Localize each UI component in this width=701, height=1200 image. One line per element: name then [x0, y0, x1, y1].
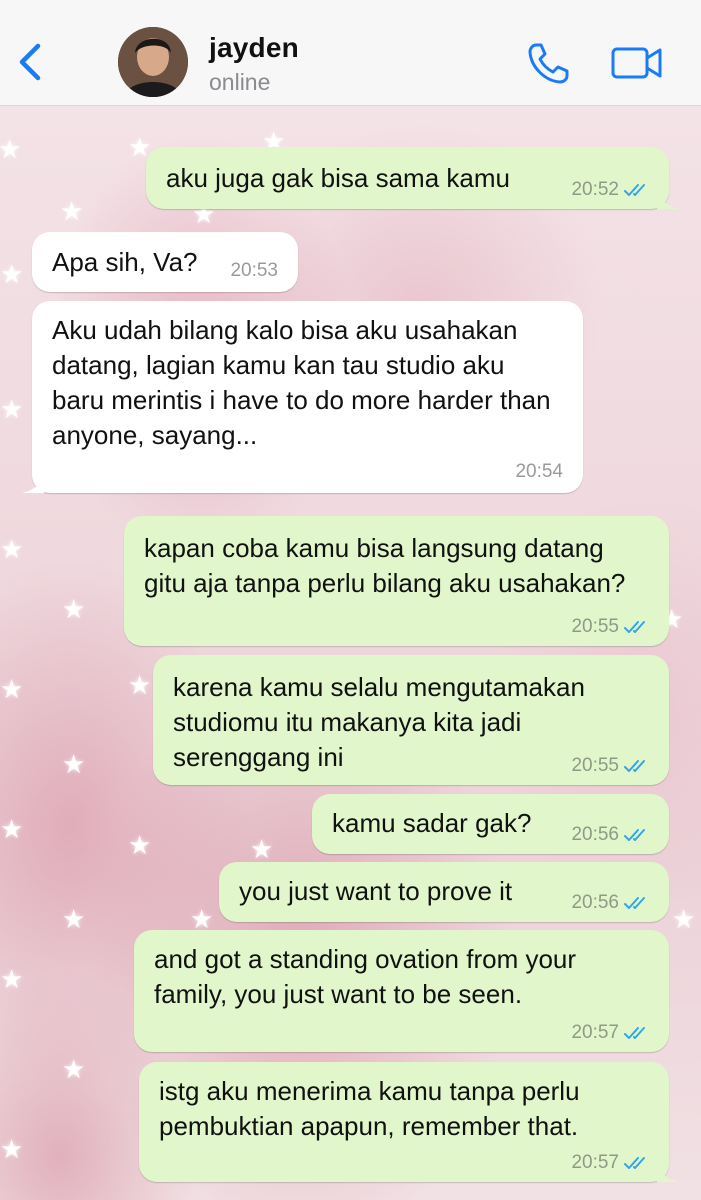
- back-button[interactable]: [14, 38, 48, 86]
- message-text: Aku udah bilang kalo bisa aku usahakan d…: [52, 315, 551, 450]
- star-icon: ★: [128, 830, 152, 860]
- phone-icon: [528, 43, 569, 84]
- message-text: and got a standing ovation from your fam…: [154, 944, 577, 1009]
- message-time: 20:56: [571, 824, 619, 845]
- star-icon: ★: [0, 964, 24, 994]
- star-icon: ★: [62, 749, 86, 779]
- message-meta: 20:54: [515, 462, 563, 482]
- message-bubble-incoming[interactable]: Aku udah bilang kalo bisa aku usahakan d…: [22, 301, 583, 493]
- star-icon: ★: [60, 196, 84, 226]
- voice-call-button[interactable]: [526, 40, 572, 86]
- double-check-icon: [624, 1157, 645, 1169]
- message-time: 20:57: [571, 1152, 619, 1173]
- double-check-icon: [624, 184, 645, 196]
- message-bubble-outgoing[interactable]: istg aku menerima kamu tanpa perlu pembu…: [139, 1062, 679, 1182]
- star-icon: ★: [128, 670, 152, 700]
- star-icon: ★: [62, 904, 86, 934]
- bubble-tail: [657, 1164, 679, 1182]
- message-time: 20:55: [571, 616, 619, 637]
- star-icon: ★: [190, 904, 214, 934]
- chevron-left-icon: [19, 43, 41, 81]
- message-time: 20:53: [230, 260, 278, 281]
- message-time: 20:57: [571, 1022, 619, 1043]
- message-text: you just want to prove it: [239, 876, 513, 906]
- message-meta: 20:53: [230, 261, 278, 281]
- star-icon: ★: [62, 594, 86, 624]
- message-text: kamu sadar gak?: [332, 808, 532, 838]
- bubble-tail: [22, 475, 44, 493]
- star-icon: ★: [0, 814, 24, 844]
- message-text: karena kamu selalu mengutamakan studiomu…: [173, 672, 585, 772]
- video-camera-icon: [611, 47, 662, 79]
- contact-name[interactable]: jayden: [209, 32, 299, 64]
- message-bubble-outgoing[interactable]: karena kamu selalu mengutamakan studiomu…: [153, 655, 669, 785]
- message-text: kapan coba kamu bisa langsung datang git…: [144, 533, 626, 598]
- star-icon: ★: [0, 259, 24, 289]
- contact-status: online: [209, 69, 271, 95]
- double-check-icon: [624, 760, 645, 772]
- message-bubble-incoming[interactable]: Apa sih, Va? 20:53: [32, 232, 298, 292]
- message-meta: 20:52: [571, 180, 653, 200]
- star-icon: ★: [62, 1054, 86, 1084]
- avatar-photo: [118, 27, 188, 97]
- star-icon: ★: [0, 674, 24, 704]
- star-icon: ★: [0, 134, 22, 164]
- message-meta: 20:57: [571, 1153, 653, 1173]
- message-meta: 20:56: [571, 893, 653, 913]
- message-text: aku juga gak bisa sama kamu: [166, 163, 510, 193]
- message-meta: 20:56: [571, 825, 653, 845]
- message-bubble-outgoing[interactable]: aku juga gak bisa sama kamu 20:52: [146, 147, 679, 209]
- double-check-icon: [624, 621, 645, 633]
- message-bubble-outgoing[interactable]: you just want to prove it 20:56: [219, 862, 669, 922]
- message-time: 20:54: [515, 461, 563, 482]
- star-icon: ★: [672, 904, 696, 934]
- message-bubble-outgoing[interactable]: kamu sadar gak? 20:56: [312, 794, 669, 854]
- message-meta: 20:55: [571, 756, 653, 776]
- message-text: Apa sih, Va?: [52, 247, 198, 277]
- star-icon: ★: [250, 834, 274, 864]
- message-time: 20:52: [571, 179, 619, 200]
- message-time: 20:55: [571, 755, 619, 776]
- star-icon: ★: [0, 534, 24, 564]
- message-time: 20:56: [571, 892, 619, 913]
- double-check-icon: [624, 897, 645, 909]
- message-text: istg aku menerima kamu tanpa perlu pembu…: [159, 1076, 580, 1141]
- star-icon: ★: [0, 1134, 24, 1164]
- video-call-button[interactable]: [610, 44, 664, 82]
- message-meta: 20:57: [571, 1023, 653, 1043]
- message-bubble-outgoing[interactable]: and got a standing ovation from your fam…: [134, 930, 669, 1052]
- double-check-icon: [624, 829, 645, 841]
- message-bubble-outgoing[interactable]: kapan coba kamu bisa langsung datang git…: [124, 516, 669, 646]
- bubble-tail: [657, 191, 679, 209]
- double-check-icon: [624, 1027, 645, 1039]
- chat-header: jayden online: [0, 0, 701, 106]
- star-icon: ★: [0, 394, 24, 424]
- contact-avatar[interactable]: [118, 27, 188, 97]
- message-meta: 20:55: [571, 617, 653, 637]
